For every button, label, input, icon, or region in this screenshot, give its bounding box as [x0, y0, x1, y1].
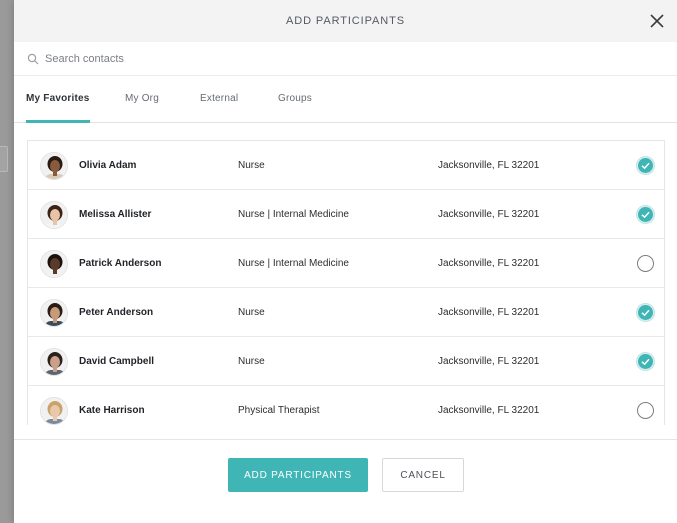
- contact-name: Kate Harrison: [79, 404, 145, 416]
- contact-location: Jacksonville, FL 32201: [438, 159, 540, 171]
- contact-name: Melissa Allister: [79, 208, 152, 220]
- contact-row[interactable]: Kate Harrison Physical Therapist Jacksonvi…: [28, 386, 664, 425]
- contact-name: Peter Anderson: [79, 306, 154, 318]
- avatar: [40, 250, 68, 278]
- contact-row[interactable]: Patrick Anderson Nurse | Internal Medicin…: [28, 239, 664, 288]
- checked-circle-icon[interactable]: [637, 304, 654, 321]
- search-input[interactable]: [45, 52, 605, 65]
- contact-row[interactable]: David Campbell Nurse Jacksonville, FL 3220…: [28, 337, 664, 386]
- contact-role: Nurse: [238, 159, 265, 171]
- modal-title: ADD PARTICIPANTS: [286, 15, 405, 27]
- add-participants-modal: ADD PARTICIPANTS My Favorites My Org Ext…: [14, 0, 677, 523]
- avatar: [40, 299, 68, 327]
- contact-location: Jacksonville, FL 32201: [438, 306, 540, 318]
- tab-my-org[interactable]: My Org: [125, 76, 159, 122]
- contact-location: Jacksonville, FL 32201: [438, 355, 540, 367]
- background-input: [0, 146, 8, 172]
- contact-name: David Campbell: [79, 355, 155, 367]
- search-bar: [14, 42, 677, 76]
- contact-role: Nurse: [238, 306, 265, 318]
- unchecked-circle-icon[interactable]: [637, 402, 654, 419]
- contact-list: Olivia Adam Nurse Jacksonville, FL 32201 Me…: [27, 140, 665, 425]
- contact-row[interactable]: Peter Anderson Nurse Jacksonville, FL 3220…: [28, 288, 664, 337]
- contact-role: Physical Therapist: [238, 404, 320, 416]
- checked-circle-icon[interactable]: [637, 353, 654, 370]
- avatar: [40, 348, 68, 376]
- contact-role: Nurse | Internal Medicine: [238, 208, 349, 220]
- modal-header: ADD PARTICIPANTS: [14, 0, 677, 42]
- avatar: [40, 397, 68, 425]
- close-icon[interactable]: [647, 11, 667, 31]
- contact-row[interactable]: Olivia Adam Nurse Jacksonville, FL 32201: [28, 141, 664, 190]
- cancel-button[interactable]: CANCEL: [382, 458, 464, 492]
- tab-external[interactable]: External: [200, 76, 238, 122]
- contact-role: Nurse: [238, 355, 265, 367]
- contact-location: Jacksonville, FL 32201: [438, 404, 540, 416]
- checked-circle-icon[interactable]: [637, 206, 654, 223]
- background-app: [0, 0, 14, 523]
- unchecked-circle-icon[interactable]: [637, 255, 654, 272]
- contact-name: Olivia Adam: [79, 159, 137, 171]
- add-participants-button[interactable]: ADD PARTICIPANTS: [228, 458, 368, 492]
- search-icon: [27, 53, 39, 64]
- modal-footer: ADD PARTICIPANTS CANCEL: [14, 439, 677, 523]
- tab-my-favorites[interactable]: My Favorites: [26, 76, 90, 123]
- tab-groups[interactable]: Groups: [278, 76, 312, 122]
- checked-circle-icon[interactable]: [637, 157, 654, 174]
- contact-location: Jacksonville, FL 32201: [438, 208, 540, 220]
- contact-role: Nurse | Internal Medicine: [238, 257, 349, 269]
- contact-location: Jacksonville, FL 32201: [438, 257, 540, 269]
- contact-name: Patrick Anderson: [79, 257, 162, 269]
- avatar: [40, 201, 68, 229]
- contact-row[interactable]: Melissa Allister Nurse | Internal Medicin…: [28, 190, 664, 239]
- contact-tabs: My Favorites My Org External Groups: [14, 76, 677, 123]
- avatar: [40, 152, 68, 180]
